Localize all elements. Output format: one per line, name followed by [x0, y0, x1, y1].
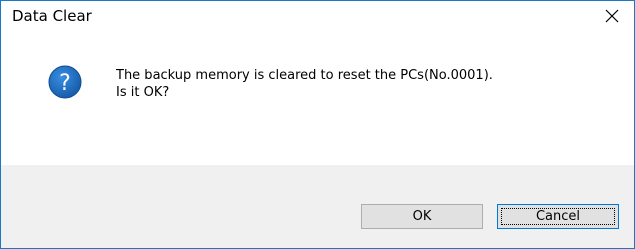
- window-title: Data Clear: [12, 7, 92, 25]
- ok-button[interactable]: OK: [361, 204, 483, 229]
- message-line-2: Is it OK?: [116, 85, 170, 100]
- message-text: The backup memory is cleared to reset th…: [116, 67, 493, 101]
- question-icon: ?: [48, 65, 82, 99]
- cancel-button-label: Cancel: [535, 209, 581, 224]
- close-button[interactable]: [590, 1, 634, 31]
- svg-text:?: ?: [59, 71, 71, 96]
- title-bar[interactable]: Data Clear: [1, 1, 634, 31]
- cancel-button[interactable]: Cancel: [497, 204, 619, 229]
- message-line-1: The backup memory is cleared to reset th…: [116, 68, 493, 83]
- data-clear-dialog: Data Clear ? The backup memory is cleare…: [0, 0, 635, 249]
- ok-button-label: OK: [412, 209, 432, 224]
- close-icon: [605, 9, 619, 23]
